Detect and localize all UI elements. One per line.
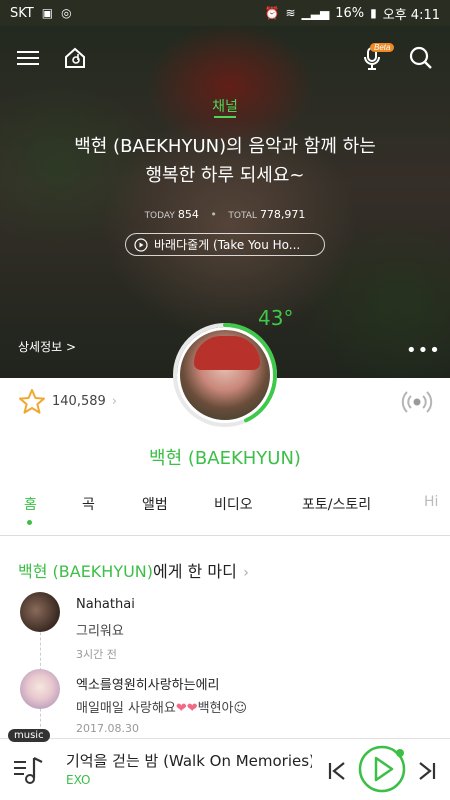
artist-name: 백현 (BAEKHYUN) [149, 448, 301, 469]
music-tag: music [8, 729, 50, 742]
headline-line-1: 백현 (BAEKHYUN)의 음악과 함께 하는 [74, 136, 376, 157]
blush-emoji-icon: ☺ [233, 701, 248, 716]
play-circle-icon [134, 237, 148, 252]
beta-badge: Beta [370, 43, 395, 52]
clock: 오후 4:11 [382, 7, 440, 23]
channel-label: 채널 [212, 99, 238, 115]
today-count: 854 [177, 208, 199, 221]
home-icon[interactable] [57, 40, 93, 76]
visit-counts: TODAY 854 • TOTAL 778,971 [0, 208, 450, 221]
playlist-music-icon[interactable] [12, 754, 46, 792]
wifi-icon: ≋ [285, 6, 296, 20]
alarm-icon: ⏰ [264, 6, 280, 20]
active-tab-dot [27, 520, 32, 525]
signal-icon: ▁▃▅ [301, 6, 330, 20]
cast-notification-icon: ◎ [61, 6, 72, 20]
channel-headline: 백현 (BAEKHYUN)의 음악과 함께 하는 행복한 하루 되세요~ [40, 132, 410, 190]
headline-line-2: 행복한 하루 되세요~ [145, 165, 305, 186]
channel-underline [214, 116, 236, 118]
tab-photo-story[interactable]: 포토/스토리 [302, 494, 371, 514]
fan-count: 140,589 [52, 394, 106, 409]
fan-count-row[interactable]: 140,589 › [18, 388, 117, 415]
tab-albums[interactable]: 앨범 [142, 494, 168, 514]
app-screen: SKT ▣ ◎ ⏰ ≋ ▁▃▅ 16% ▮ 오후 4:11 Beta 채널 백현… [0, 0, 450, 800]
carrier-label: SKT [10, 5, 34, 21]
battery-icon: ▮ [370, 6, 377, 20]
gallery-notification-icon: ▣ [41, 6, 54, 20]
comment-text-tail: 백현아 [197, 701, 234, 716]
more-options-icon[interactable]: ••• [406, 340, 441, 361]
chevron-right-icon: › [111, 394, 117, 409]
total-count: 778,971 [259, 208, 306, 221]
temperature-value: 43° [258, 306, 294, 330]
count-separator: • [210, 208, 217, 221]
comments-section-title[interactable]: 백현 (BAEKHYUN)에게 한 마디 › [18, 558, 249, 582]
artist-avatar-wrap[interactable] [172, 322, 278, 428]
player-artist[interactable]: EXO [66, 773, 90, 787]
tab-videos[interactable]: 비디오 [214, 494, 253, 514]
now-playing-title: 바래다줄게 (Take You Ho... [154, 238, 301, 252]
battery-percent: 16% [335, 5, 365, 21]
mic-icon[interactable]: Beta [354, 40, 395, 76]
star-icon [19, 389, 45, 414]
comment-text: 그리워요 [76, 624, 124, 639]
chevron-right-icon: › [238, 565, 249, 581]
comment-avatar[interactable] [20, 669, 60, 709]
tab-home[interactable]: 홈 [24, 494, 37, 514]
today-label: TODAY [144, 211, 175, 221]
player-song-title[interactable]: 기억을 걷는 밤 (Walk On Memories) [66, 750, 312, 771]
menu-icon[interactable] [10, 40, 46, 76]
comments-title-suffix: 에게 한 마디 [153, 562, 237, 581]
comment-author[interactable]: Nahathai [76, 597, 135, 612]
comment-time: 3시간 전 [76, 648, 117, 661]
comment-text: 매일매일 사랑해요❤❤백현아☺ [76, 697, 247, 716]
comments-title-artist: 백현 (BAEKHYUN) [18, 562, 154, 581]
heart-emoji-icon: ❤❤ [175, 701, 198, 716]
previous-track-icon[interactable] [326, 760, 348, 786]
tab-hi[interactable]: Hi [424, 494, 438, 510]
total-label: TOTAL [228, 211, 257, 221]
tab-bar: 홈 곡 앨범 비디오 포토/스토리 Hi [0, 494, 450, 536]
broadcast-icon[interactable] [400, 388, 434, 420]
now-playing-pill[interactable]: 바래다줄게 (Take You Ho... [125, 233, 325, 256]
detail-info-link[interactable]: 상세정보 > [18, 338, 76, 355]
play-button[interactable] [357, 744, 407, 798]
top-toolbar: Beta [0, 40, 450, 76]
comment-text-main: 매일매일 사랑해요 [76, 701, 176, 716]
status-bar: SKT ▣ ◎ ⏰ ≋ ▁▃▅ 16% ▮ 오후 4:11 [0, 0, 450, 26]
search-icon[interactable] [403, 40, 439, 76]
comment-author[interactable]: 엑소를영원히사랑하는에리 [76, 674, 220, 693]
comment-avatar[interactable] [20, 592, 60, 632]
artist-avatar [177, 327, 273, 423]
comment-time: 2017.08.30 [76, 722, 139, 735]
tab-songs[interactable]: 곡 [82, 494, 95, 514]
next-track-icon[interactable] [416, 760, 438, 786]
